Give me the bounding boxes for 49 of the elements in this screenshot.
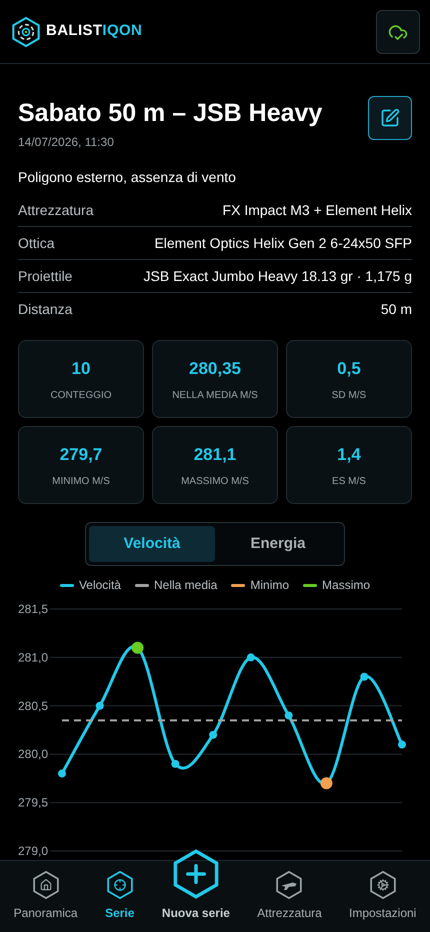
legend-label: Massimo <box>322 577 370 594</box>
stat-label: MASSIMO M/S <box>181 474 249 488</box>
rifle-icon <box>274 870 304 900</box>
axis-tick-label: 280,0 <box>18 747 48 762</box>
detail-label: Distanza <box>18 300 72 320</box>
nav-tab[interactable]: Panoramica <box>14 870 78 922</box>
stat-label: CONTEGGIO <box>50 388 112 402</box>
detail-value: 50 m <box>380 300 412 320</box>
nav-tab[interactable]: Nuova serie <box>162 848 230 922</box>
axis-tick-label: 279,0 <box>18 844 48 858</box>
nav-tab[interactable]: Serie <box>104 870 135 922</box>
nav-tab[interactable]: Attrezzatura <box>257 870 322 922</box>
sync-button[interactable] <box>376 10 420 54</box>
stat-value: 10 <box>72 358 90 380</box>
stat-label: SD M/S <box>332 388 366 402</box>
legend-label: Velocità <box>78 577 121 594</box>
crosshair-icon <box>104 870 135 900</box>
nav-tab[interactable]: Impostazioni <box>348 870 416 922</box>
legend-label: Minimo <box>250 577 290 594</box>
axis-tick-label: 280,5 <box>18 699 48 714</box>
cog-icon <box>368 870 398 900</box>
detail-value: Element Optics Helix Gen 2 6-24x50 SFP <box>154 234 412 253</box>
stat-label: MINIMO M/S <box>52 474 110 488</box>
axis-tick-label: 281,5 <box>18 602 48 616</box>
stat-label: ES M/S <box>332 474 366 488</box>
stat-value: 281,1 <box>194 444 236 466</box>
stat-label: NELLA MEDIA M/S <box>172 388 258 402</box>
detail-label: Ottica <box>18 234 55 253</box>
detail-value: FX Impact M3 + Element Helix <box>222 200 412 220</box>
detail-value: JSB Exact Jumbo Heavy 18.13 gr · 1,175 g <box>144 266 412 286</box>
chart-tab[interactable]: Velocità <box>89 526 215 562</box>
stat-value: 280,35 <box>189 358 241 380</box>
session-title: Sabato 50 m – JSB Heavy <box>18 98 322 129</box>
stat-value: 1,4 <box>337 444 361 466</box>
chart-tab[interactable]: Energia <box>215 526 341 562</box>
axis-tick-label: 281,0 <box>18 650 48 665</box>
detail-label: Attrezzatura <box>18 200 94 220</box>
logo-text: BALISTIQON <box>46 21 142 42</box>
house-icon <box>30 870 61 900</box>
edit-button[interactable] <box>368 96 412 140</box>
edit-icon <box>380 108 400 128</box>
stat-value: 0,5 <box>337 358 361 380</box>
legend-label: Nella media <box>154 577 218 594</box>
logo-icon <box>10 16 42 48</box>
detail-label: Proiettile <box>18 266 72 286</box>
session-note: Poligono esterno, assenza di vento <box>18 168 237 188</box>
session-datetime: 14/07/2026, 11:30 <box>18 134 115 152</box>
axis-tick-label: 279,5 <box>18 796 48 810</box>
stat-value: 279,7 <box>60 444 102 466</box>
